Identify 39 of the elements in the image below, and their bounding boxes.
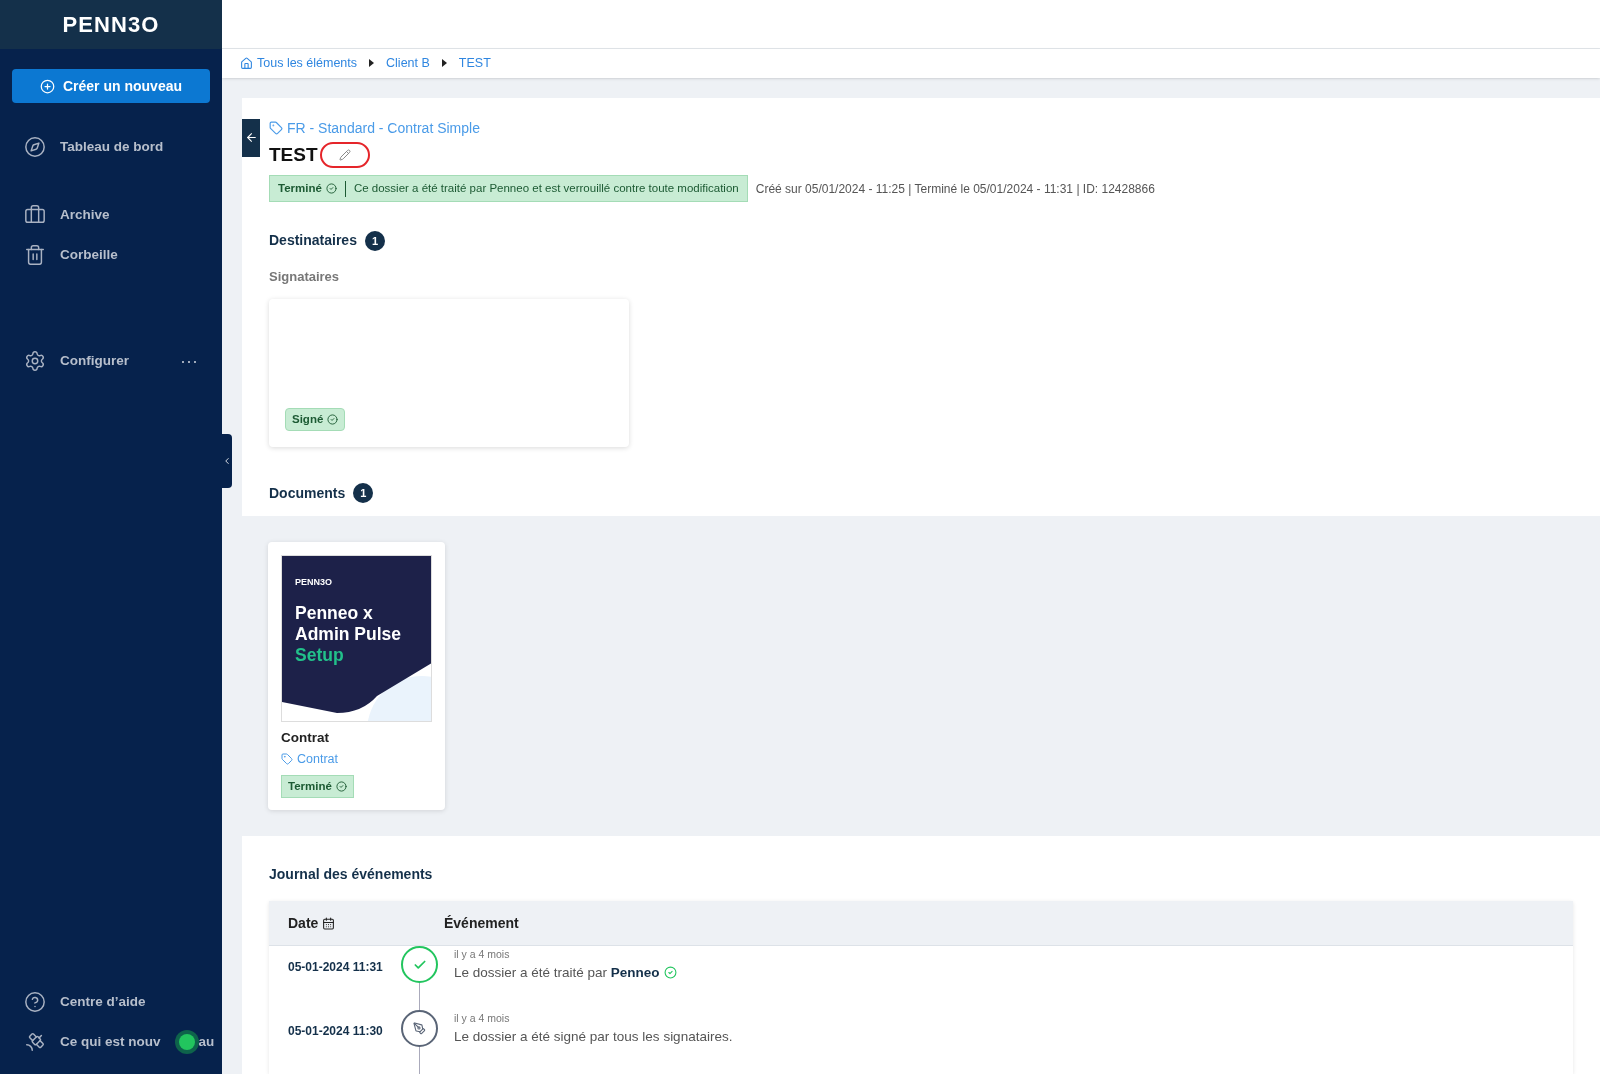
logo: PENN3O xyxy=(62,11,160,39)
more-button[interactable]: ··· xyxy=(180,352,198,370)
nav-item-tail: au xyxy=(198,1032,215,1051)
event-ago: il y a 4 mois xyxy=(454,1011,511,1026)
thumbnail-title: Penneo x xyxy=(295,603,374,625)
event-text: Le dossier a été signé par tous les signataires. xyxy=(454,1027,733,1046)
count-badge: 1 xyxy=(364,230,385,251)
document-card[interactable]: PENN3O Penneo x Admin Pulse Setup Contrat Contrat Terminé xyxy=(268,541,445,810)
nav-item[interactable]: Ce qui est nouv xyxy=(24,1031,199,1053)
count-badge: 1 xyxy=(353,483,374,504)
case-meta: Créé sur 05/01/2024 - 11:25 | Terminé le 05/01/2024 - 11:31 | ID: 12428866 xyxy=(755,180,1155,198)
thumbnail-logo: PENN3O xyxy=(295,575,333,589)
status-message: Ce dossier a été traité par Penneo et est verrouillé contre toute modification xyxy=(353,181,739,197)
section-heading: Destinataires xyxy=(269,231,357,251)
column-header[interactable]: Date xyxy=(269,912,444,934)
document-name: Contrat xyxy=(281,728,330,747)
status-label: Terminé xyxy=(278,181,322,197)
create-button[interactable]: Créer un nouveau xyxy=(12,69,210,103)
status-badge: Terminé xyxy=(281,774,354,798)
event-date: 05-01-2024 11:31 xyxy=(287,959,384,976)
thumbnail-title: Admin Pulse xyxy=(295,624,402,646)
breadcrumb-link[interactable]: TEST xyxy=(458,53,491,73)
event-text: Le dossier a été traité par Penneo xyxy=(454,963,660,982)
breadcrumb-link[interactable]: Client B xyxy=(386,53,430,73)
event-ago: il y a 4 mois xyxy=(454,947,511,962)
nav-item[interactable]: Tableau de bord xyxy=(24,136,164,158)
event-date: 05-01-2024 11:30 xyxy=(287,1023,384,1040)
column-header: Événement xyxy=(444,913,519,933)
case-title: TEST xyxy=(269,142,318,167)
nav-item[interactable]: Centre d’aide xyxy=(24,991,146,1013)
thumbnail-accent: Setup xyxy=(295,645,345,667)
nav-item[interactable]: Archive xyxy=(24,204,110,226)
subheading: Signataires xyxy=(269,268,341,287)
nav-item[interactable]: Configurer xyxy=(24,350,129,372)
section-heading: Documents xyxy=(269,483,346,503)
breadcrumb-link[interactable]: Tous les éléments xyxy=(240,53,358,73)
signed-badge: Signé xyxy=(285,407,346,431)
section-heading: Journal des événements xyxy=(269,865,434,884)
nav-item[interactable]: Corbeille xyxy=(24,244,118,266)
